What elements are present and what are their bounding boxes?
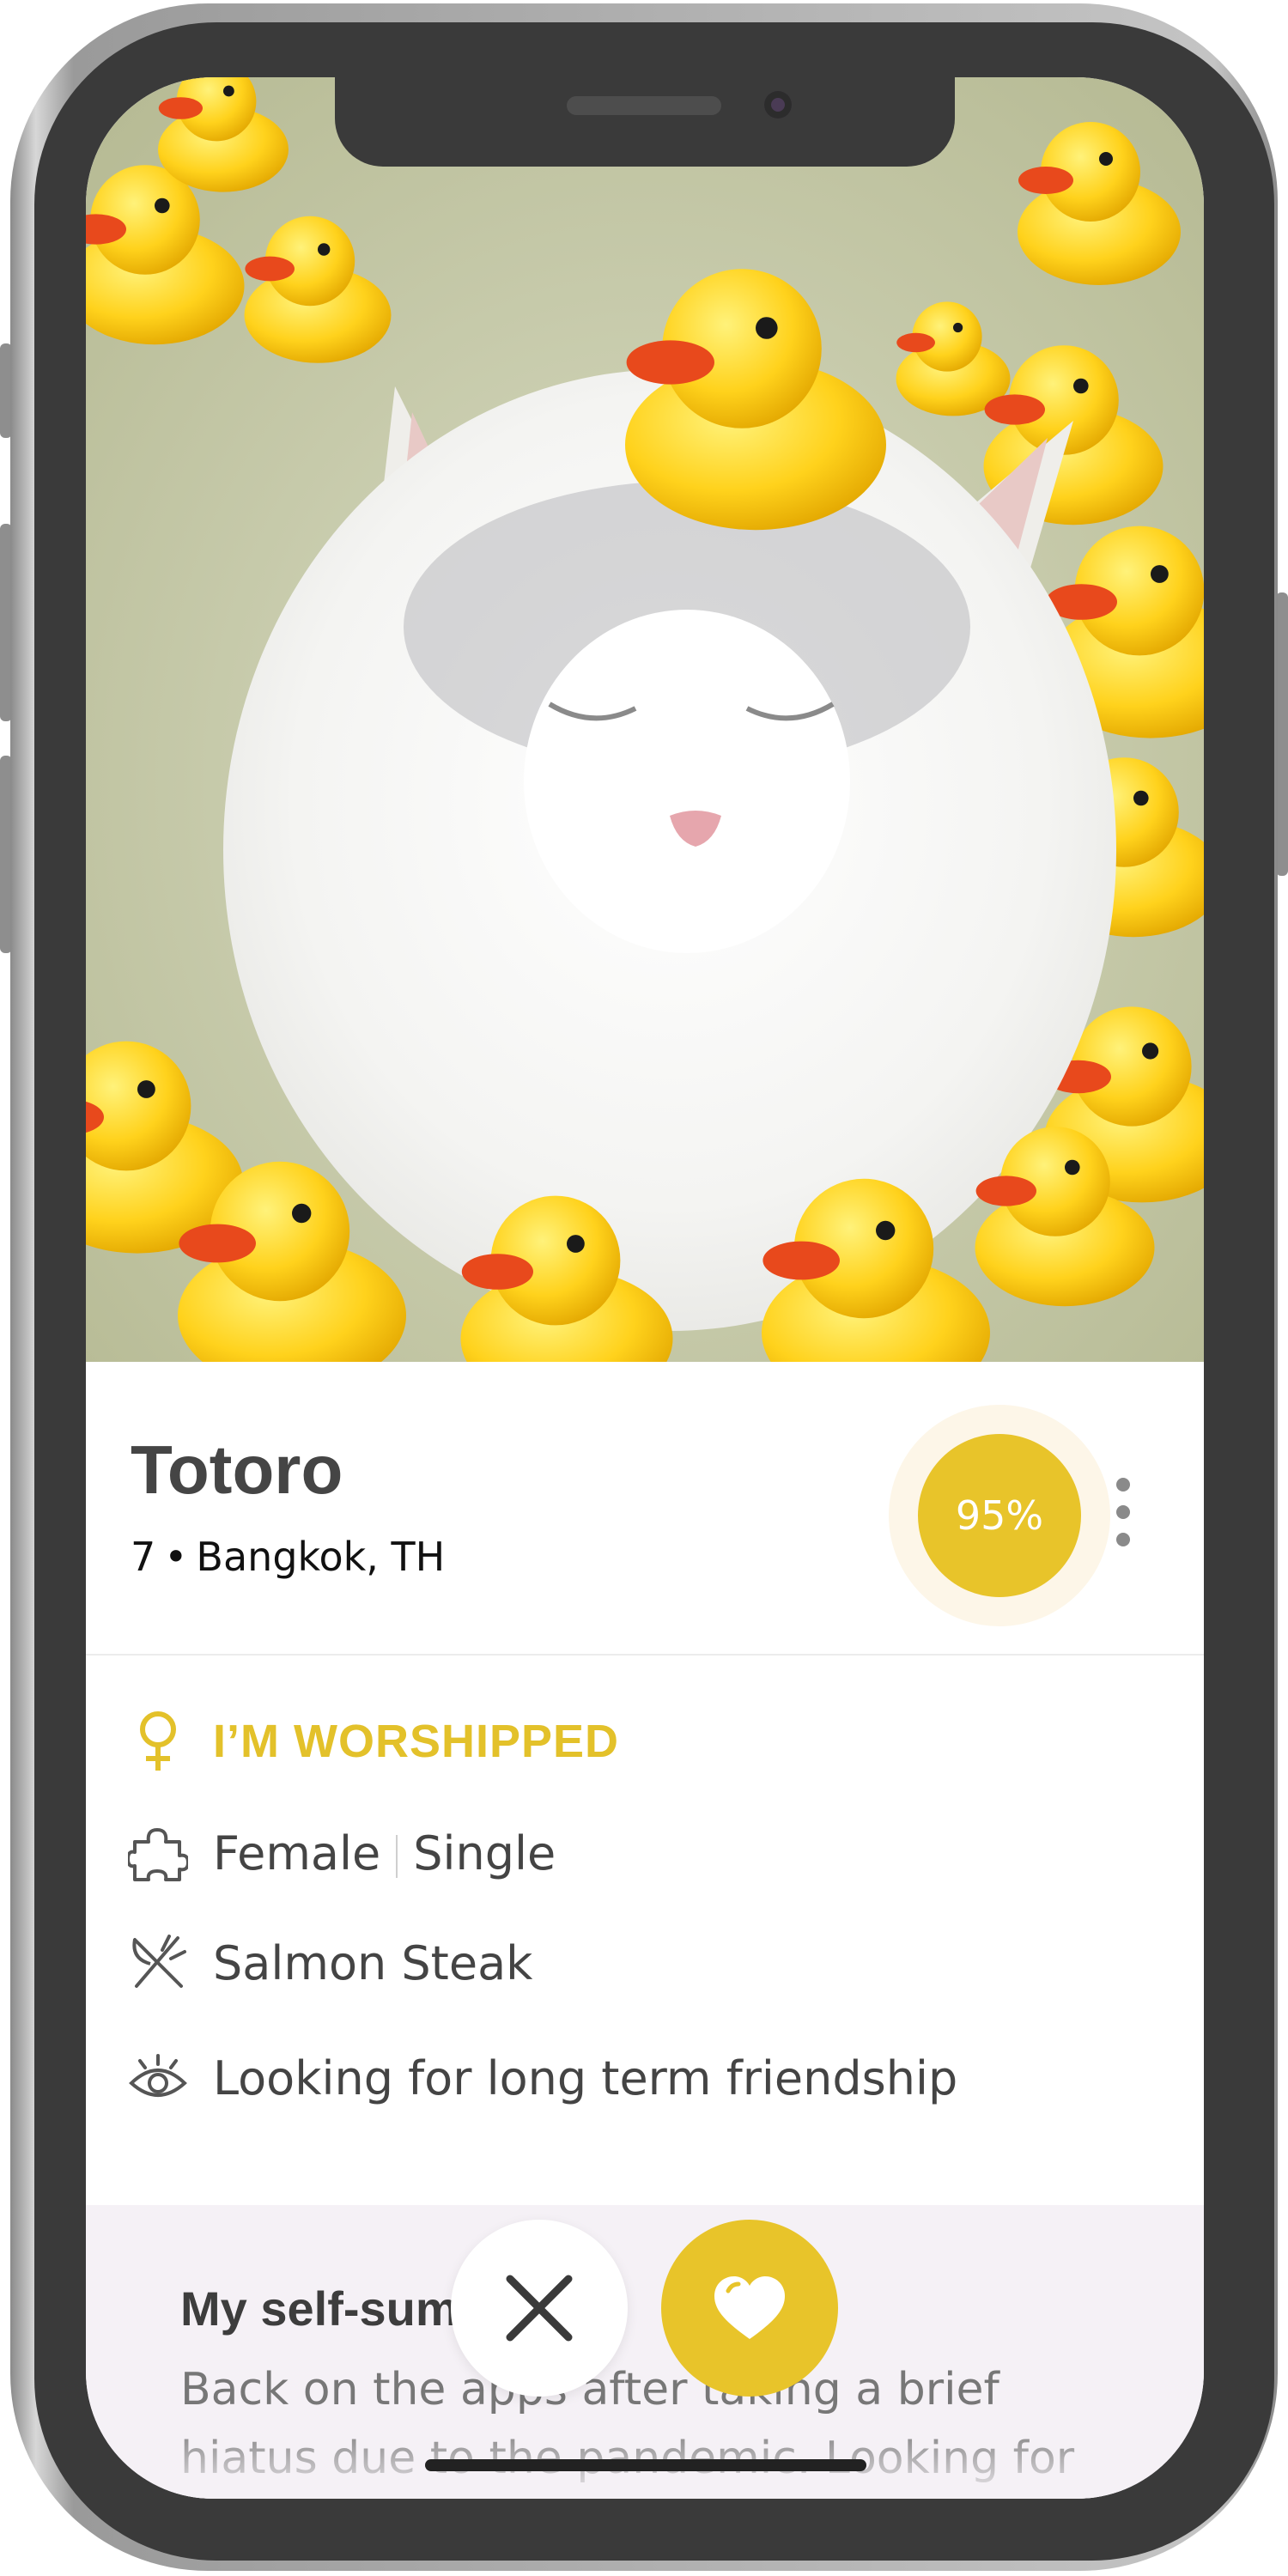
- female-symbol-icon: [127, 1710, 189, 1772]
- fork-knife-icon: [127, 1932, 189, 1994]
- profile-location: Bangkok, TH: [196, 1534, 446, 1580]
- phone-power-button: [1276, 592, 1288, 876]
- home-indicator[interactable]: [425, 2459, 866, 2471]
- more-vertical-icon[interactable]: [1106, 1478, 1140, 1546]
- relationship-status-value: Single: [413, 1826, 556, 1880]
- earpiece-speaker: [567, 96, 721, 115]
- phone-screen: Totoro 7 • Bangkok, TH 95% I’M WORSHIPPED: [86, 77, 1204, 2499]
- eye-icon: [127, 2047, 189, 2109]
- match-score: 95%: [889, 1405, 1110, 1626]
- detail-role: I’M WORSHIPPED: [127, 1707, 619, 1776]
- profile-age: 7: [131, 1534, 156, 1580]
- puzzle-icon: [127, 1822, 189, 1884]
- phone-notch: [335, 77, 955, 167]
- profile-details: I’M WORSHIPPED Female Single Salmon Stea…: [86, 1656, 1204, 2205]
- gender-value: Female: [213, 1826, 381, 1880]
- looking-for-value: Looking for long term friendship: [213, 2050, 958, 2105]
- food-value: Salmon Steak: [213, 1935, 533, 1990]
- self-summary-section: My self-summary Back on the apps after t…: [86, 2205, 1204, 2499]
- heart-icon: [714, 2276, 785, 2339]
- profile-header: Totoro 7 • Bangkok, TH 95%: [86, 1362, 1204, 1654]
- kebab-dot: [1116, 1533, 1130, 1546]
- profile-name: Totoro: [131, 1431, 343, 1508]
- detail-gender-status: Female Single: [127, 1819, 556, 1887]
- value-separator: [396, 1834, 398, 1878]
- profile-meta: 7 • Bangkok, TH: [131, 1534, 445, 1580]
- detail-food: Salmon Steak: [127, 1929, 532, 1997]
- role-label: I’M WORSHIPPED: [213, 1716, 620, 1767]
- profile-photo[interactable]: [86, 77, 1204, 1362]
- kebab-dot: [1116, 1478, 1130, 1492]
- meta-separator: •: [164, 1534, 188, 1580]
- cat-with-rubber-ducks-photo: [86, 77, 1204, 1362]
- match-percent-badge: 95%: [918, 1434, 1081, 1597]
- like-button[interactable]: [661, 2220, 838, 2397]
- close-icon: [506, 2275, 573, 2342]
- detail-looking-for: Looking for long term friendship: [127, 2044, 957, 2112]
- front-camera: [764, 91, 792, 118]
- pass-button[interactable]: [451, 2220, 628, 2397]
- kebab-dot: [1116, 1505, 1130, 1519]
